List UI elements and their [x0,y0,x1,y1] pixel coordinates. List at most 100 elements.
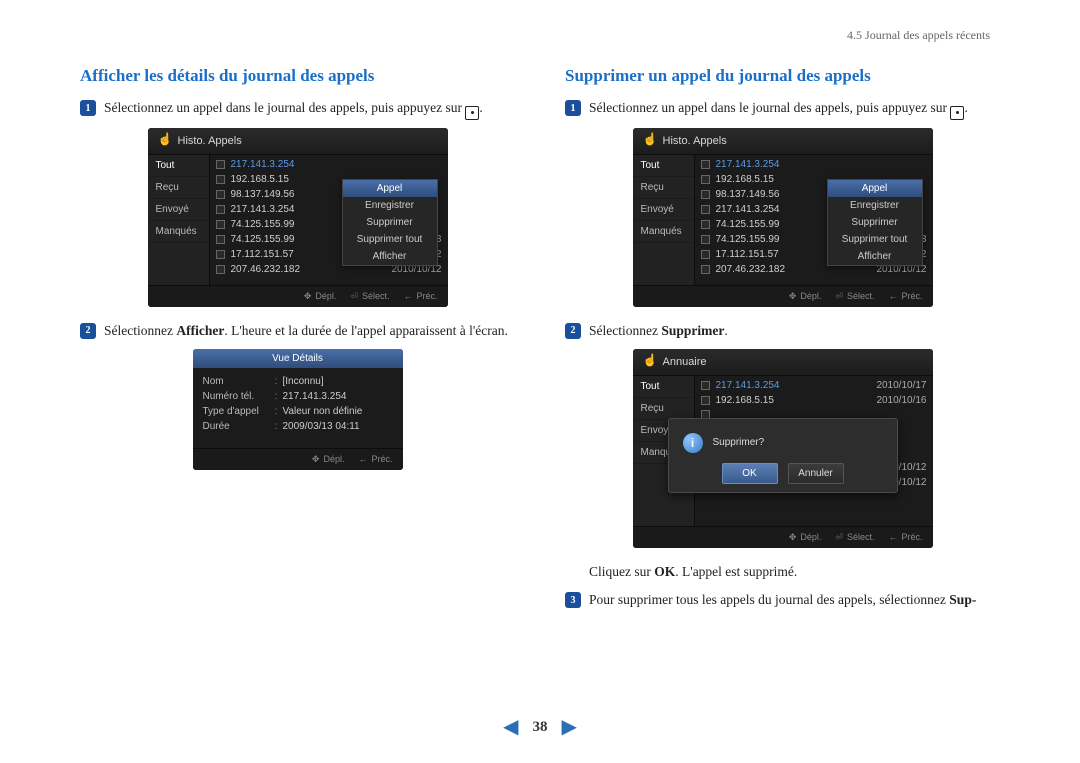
list-item[interactable]: 217.141.3.254 2010/10/17 [701,378,927,393]
checkbox-icon[interactable] [216,205,225,214]
step-suffix: . [724,323,727,338]
right-step-1: 1 Sélectionnez un appel dans le journal … [565,98,1000,120]
checkbox-icon[interactable] [701,220,710,229]
menu-item-delete[interactable]: Supprimer [343,214,437,231]
step-number-icon: 1 [565,100,581,116]
filter-tab-received[interactable]: Reçu [633,398,694,420]
left-step-2: 2 Sélectionnez Afficher. L'heure et la d… [80,321,515,341]
filter-sidebar: Tout Reçu Envoyé Manqués [148,155,210,285]
cancel-button[interactable]: Annuler [788,463,844,484]
menu-item-delete[interactable]: Supprimer [828,214,922,231]
context-menu: Appel Enregistrer Supprimer Supprimer to… [827,179,923,266]
list-item[interactable]: 192.168.5.15 2010/10/16 [701,393,927,408]
checkbox-icon[interactable] [216,235,225,244]
info-icon: i [683,433,703,453]
ok-button[interactable]: OK [722,463,778,484]
step-text: Sélectionnez [589,323,661,338]
step-suffix: . [964,100,967,115]
hint-move: Dépl. [789,532,822,543]
step-bold: Supprimer [661,323,724,338]
filter-tab-all[interactable]: Tout [633,155,694,177]
filter-tab-missed[interactable]: Manqués [633,221,694,243]
call-date: 2010/10/16 [876,395,926,406]
right-column: Supprimer un appel du journal des appels… [565,66,1000,618]
checkbox-icon[interactable] [701,265,710,274]
filter-tab-received[interactable]: Reçu [148,177,209,199]
checkbox-icon[interactable] [216,160,225,169]
checkbox-icon[interactable] [701,190,710,199]
checkbox-icon[interactable] [701,205,710,214]
detail-row: Nom:[Inconnu] [203,374,393,389]
call-ip: 217.141.3.254 [231,159,436,170]
filter-tab-received[interactable]: Reçu [633,177,694,199]
enter-key-icon [465,106,479,120]
next-page-button[interactable]: ▶ [562,717,577,737]
widget-footer: Dépl. Sélect. Préc. [148,285,448,307]
confirm-dialog: i Supprimer? OK Annuler [668,418,898,493]
checkbox-icon[interactable] [701,160,710,169]
step-number-icon: 2 [565,323,581,339]
step-text: Sélectionnez [104,323,176,338]
hint-back: Préc. [888,291,922,302]
call-history-widget: Histo. Appels Tout Reçu Envoyé Manqués 2… [148,128,448,307]
left-column: Afficher les détails du journal des appe… [80,66,515,618]
context-menu-title: Appel [828,180,922,197]
hint-back: Préc. [358,454,392,465]
after-dialog-text: Cliquez sur OK. L'appel est supprimé. [589,562,1000,582]
widget-title: Annuaire [663,356,707,368]
checkbox-icon[interactable] [216,220,225,229]
hint-move: Dépl. [312,454,345,465]
call-ip: 192.168.5.15 [716,395,871,406]
right-step-2: 2 Sélectionnez Supprimer. [565,321,1000,341]
widget-titlebar: Histo. Appels [633,128,933,155]
checkbox-icon[interactable] [216,265,225,274]
widget-title: Histo. Appels [178,135,242,147]
menu-item-show[interactable]: Afficher [828,248,922,265]
filter-sidebar: Tout Reçu Envoyé Manqués [633,155,695,285]
section-title-left: Afficher les détails du journal des appe… [80,66,515,86]
checkbox-icon[interactable] [701,381,710,390]
step-number-icon: 3 [565,592,581,608]
checkbox-icon[interactable] [701,250,710,259]
step-text: Sélectionnez un appel dans le journal de… [589,100,950,115]
dialog-message: Supprimer? [713,437,765,448]
hint-move: Dépl. [304,291,337,302]
menu-item-save[interactable]: Enregistrer [343,197,437,214]
list-item[interactable]: 217.141.3.254 [216,157,442,172]
pointer-icon [643,355,657,369]
list-item[interactable]: 217.141.3.254 [701,157,927,172]
call-ip: 217.141.3.254 [716,380,871,391]
menu-item-show[interactable]: Afficher [343,248,437,265]
menu-item-save[interactable]: Enregistrer [828,197,922,214]
filter-tab-sent[interactable]: Envoyé [633,199,694,221]
detail-row: Type d'appel:Valeur non définie [203,404,393,419]
call-history-widget: Histo. Appels Tout Reçu Envoyé Manqués 2… [633,128,933,307]
pager: ◀ 38 ▶ [503,717,577,737]
prev-page-button[interactable]: ◀ [503,717,518,737]
step-number-icon: 2 [80,323,96,339]
detail-row: Numéro tél.:217.141.3.254 [203,389,393,404]
page-number: 38 [533,719,548,736]
checkbox-icon[interactable] [701,235,710,244]
filter-tab-all[interactable]: Tout [148,155,209,177]
step-bold: Afficher [176,323,224,338]
step-number-icon: 1 [80,100,96,116]
menu-item-delete-all[interactable]: Supprimer tout [828,231,922,248]
filter-tab-sent[interactable]: Envoyé [148,199,209,221]
widget-footer: Dépl. Sélect. Préc. [633,285,933,307]
call-date: 2010/10/17 [876,380,926,391]
checkbox-icon[interactable] [216,175,225,184]
hint-move: Dépl. [789,291,822,302]
context-menu: Appel Enregistrer Supprimer Supprimer to… [342,179,438,266]
filter-tab-missed[interactable]: Manqués [148,221,209,243]
context-menu-title: Appel [343,180,437,197]
checkbox-icon[interactable] [701,396,710,405]
call-details-widget: Vue Détails Nom:[Inconnu] Numéro tél.:21… [193,349,403,470]
checkbox-icon[interactable] [701,175,710,184]
widget-title: Histo. Appels [663,135,727,147]
filter-tab-all[interactable]: Tout [633,376,694,398]
menu-item-delete-all[interactable]: Supprimer tout [343,231,437,248]
checkbox-icon[interactable] [216,250,225,259]
checkbox-icon[interactable] [216,190,225,199]
breadcrumb: 4.5 Journal des appels récents [847,28,990,43]
